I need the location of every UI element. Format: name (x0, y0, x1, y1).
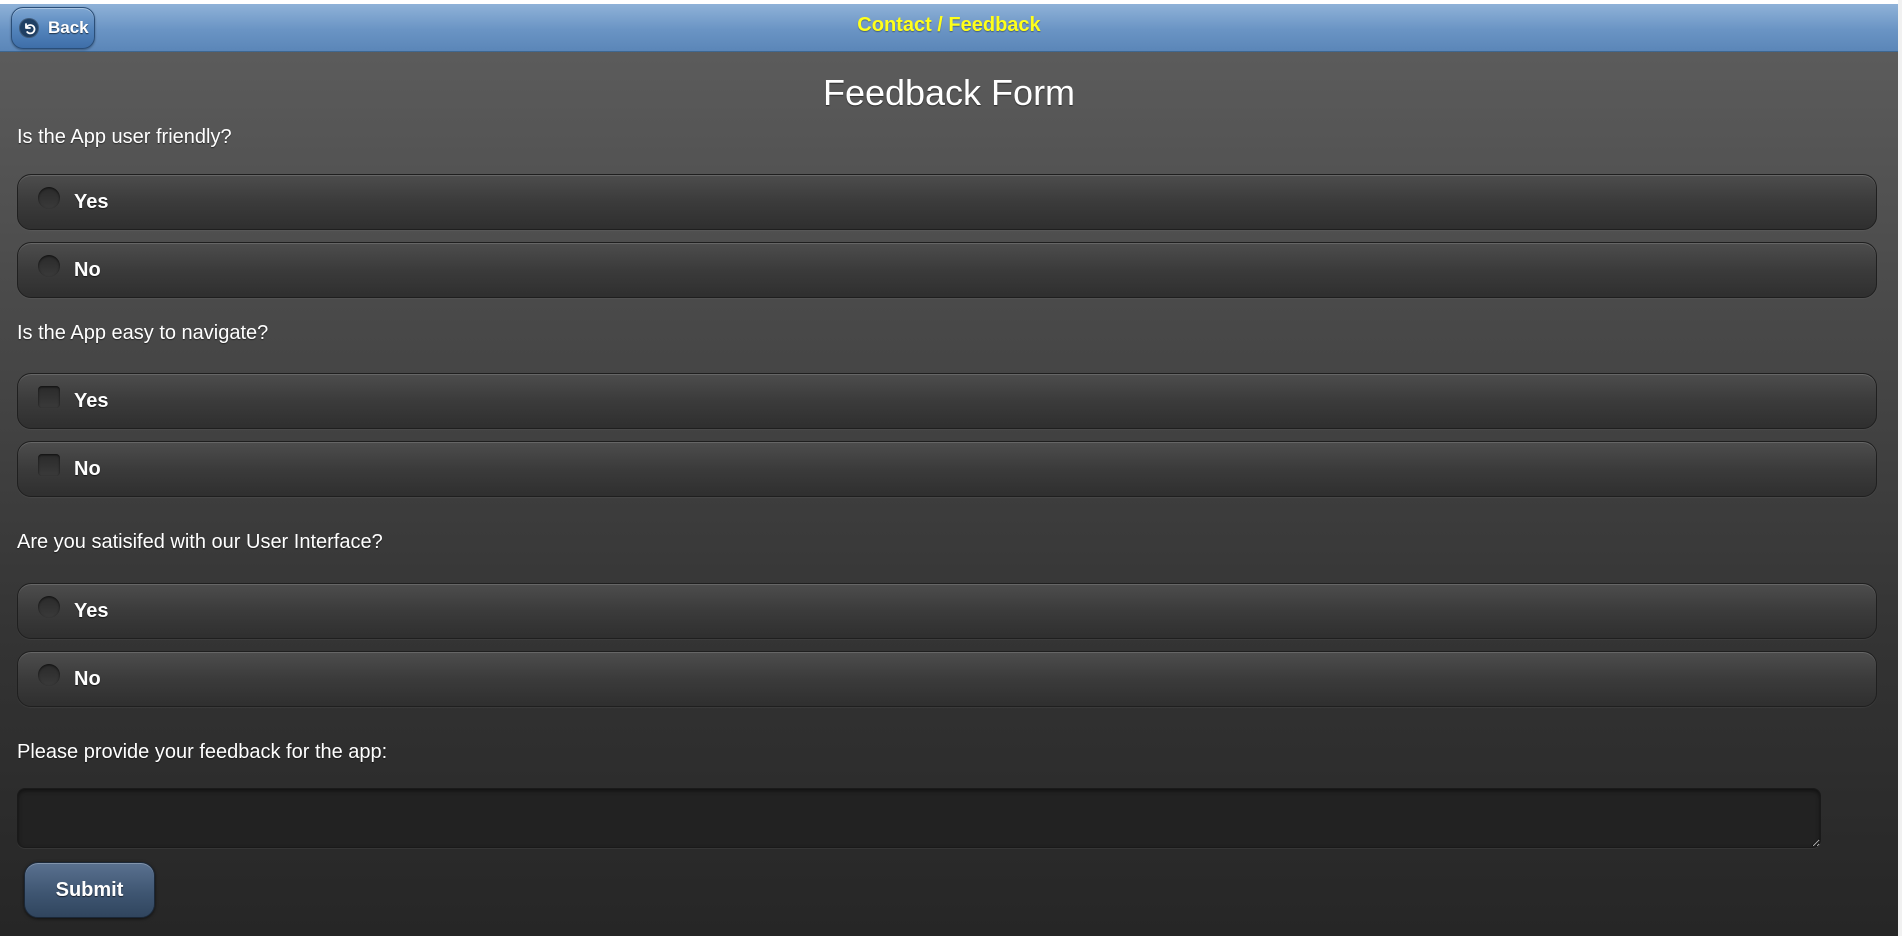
option-label: Yes (74, 390, 109, 412)
option-label: No (74, 458, 101, 480)
option-label: No (74, 668, 101, 690)
question-user-friendly: Is the App user friendly? (17, 126, 232, 148)
option-easy-navigate-yes[interactable]: Yes (17, 373, 1877, 429)
radio-button-icon[interactable] (38, 255, 60, 277)
option-label: Yes (74, 600, 109, 622)
option-ui-satisfied-yes[interactable]: Yes (17, 583, 1877, 639)
feedback-textarea[interactable] (17, 788, 1821, 848)
scrollbar-track[interactable] (1898, 0, 1902, 936)
option-user-friendly-yes[interactable]: Yes (17, 174, 1877, 230)
option-ui-satisfied-no[interactable]: No (17, 651, 1877, 707)
checkbox-icon[interactable] (38, 454, 60, 476)
option-label: Yes (74, 191, 109, 213)
question-easy-navigate: Is the App easy to navigate? (17, 322, 269, 344)
radio-button-icon[interactable] (38, 664, 60, 686)
option-user-friendly-no[interactable]: No (17, 242, 1877, 298)
checkbox-icon[interactable] (38, 386, 60, 408)
option-label: No (74, 259, 101, 281)
header-bar: Back Contact / Feedback (0, 4, 1898, 52)
feedback-prompt: Please provide your feedback for the app… (17, 741, 388, 763)
option-easy-navigate-no[interactable]: No (17, 441, 1877, 497)
page-title: Feedback Form (822, 72, 1076, 113)
submit-button[interactable]: Submit (24, 862, 155, 918)
radio-button-icon[interactable] (38, 187, 60, 209)
header-title: Contact / Feedback (857, 14, 1041, 36)
question-ui-satisfied: Are you satisifed with our User Interfac… (17, 531, 383, 553)
radio-button-icon[interactable] (38, 596, 60, 618)
